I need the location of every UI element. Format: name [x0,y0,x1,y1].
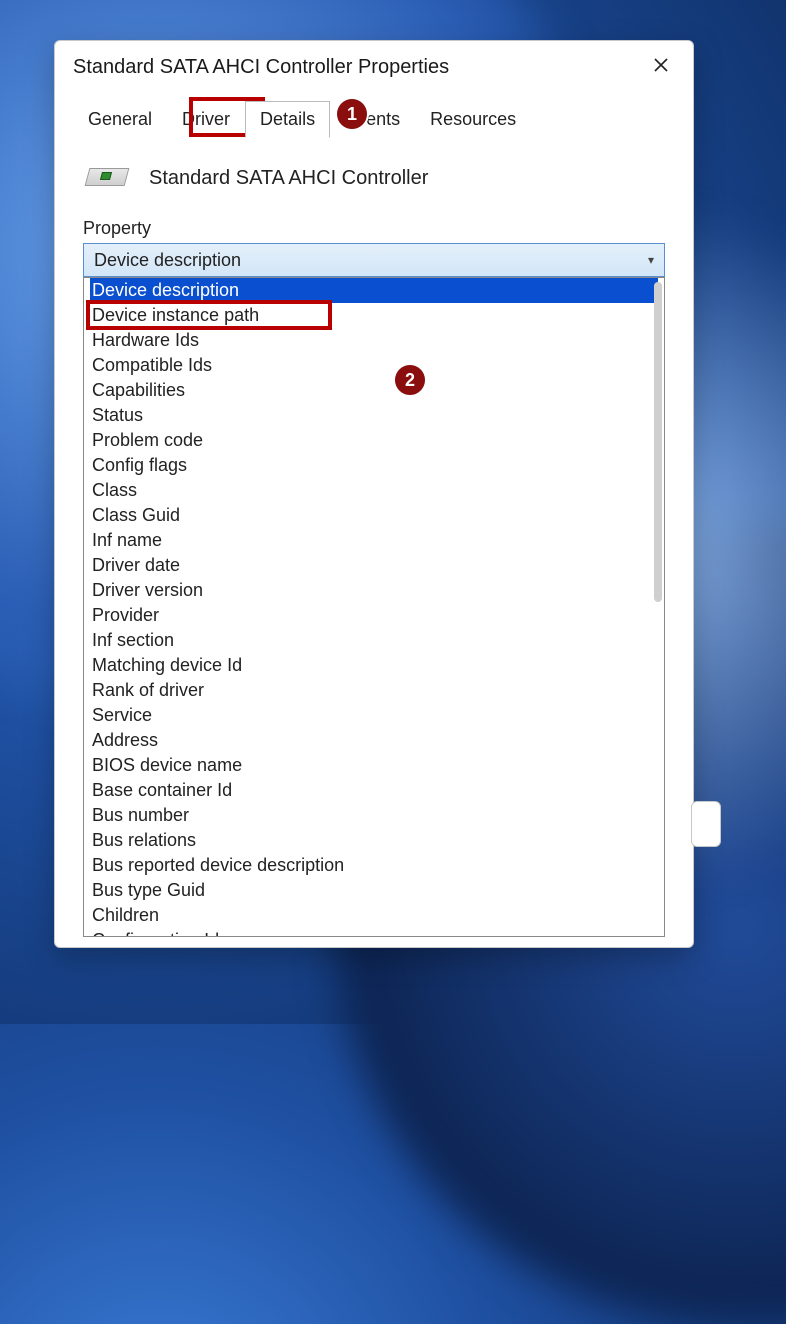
tab-general[interactable]: General [73,101,167,138]
option-rank-of-driver[interactable]: Rank of driver [90,678,658,703]
background-window-edge [691,801,721,847]
tab-driver[interactable]: Driver [167,101,245,138]
device-name: Standard SATA AHCI Controller [149,167,428,190]
option-address[interactable]: Address [90,728,658,753]
property-dropdown: Device description Device instance path … [83,277,665,937]
tab-strip: General Driver Details Events Resources [55,87,693,138]
combobox-value: Device description [94,250,241,271]
tab-resources[interactable]: Resources [415,101,531,138]
option-driver-date[interactable]: Driver date [90,553,658,578]
tab-details[interactable]: Details [245,101,330,138]
close-icon [653,57,669,78]
device-header: Standard SATA AHCI Controller [55,138,693,206]
option-children[interactable]: Children [90,903,658,928]
property-label: Property [83,218,665,239]
chevron-down-icon: ▾ [648,253,654,267]
property-combobox[interactable]: Device description ▾ [83,243,665,277]
option-device-instance-path[interactable]: Device instance path [90,303,658,328]
window-title: Standard SATA AHCI Controller Properties [73,56,449,79]
close-button[interactable] [647,53,675,81]
option-bios-device-name[interactable]: BIOS device name [90,753,658,778]
option-config-flags[interactable]: Config flags [90,453,658,478]
option-bus-reported-device-description[interactable]: Bus reported device description [90,853,658,878]
option-bus-number[interactable]: Bus number [90,803,658,828]
option-driver-version[interactable]: Driver version [90,578,658,603]
option-service[interactable]: Service [90,703,658,728]
option-provider[interactable]: Provider [90,603,658,628]
option-capabilities[interactable]: Capabilities [90,378,658,403]
device-card-icon [87,160,131,196]
option-configuration-id[interactable]: Configuration Id [90,928,658,937]
option-status[interactable]: Status [90,403,658,428]
option-matching-device-id[interactable]: Matching device Id [90,653,658,678]
option-inf-section[interactable]: Inf section [90,628,658,653]
option-compatible-ids[interactable]: Compatible Ids [90,353,658,378]
option-inf-name[interactable]: Inf name [90,528,658,553]
property-section: Property Device description ▾ [55,206,693,277]
titlebar: Standard SATA AHCI Controller Properties [55,41,693,87]
properties-dialog: Standard SATA AHCI Controller Properties… [54,40,694,948]
option-device-description[interactable]: Device description [90,278,658,303]
option-bus-type-guid[interactable]: Bus type Guid [90,878,658,903]
option-bus-relations[interactable]: Bus relations [90,828,658,853]
dropdown-scrollbar[interactable] [654,282,662,602]
option-class[interactable]: Class [90,478,658,503]
option-class-guid[interactable]: Class Guid [90,503,658,528]
option-problem-code[interactable]: Problem code [90,428,658,453]
tab-events[interactable]: Events [330,101,415,138]
dropdown-list: Device description Device instance path … [84,278,664,937]
option-hardware-ids[interactable]: Hardware Ids [90,328,658,353]
option-base-container-id[interactable]: Base container Id [90,778,658,803]
